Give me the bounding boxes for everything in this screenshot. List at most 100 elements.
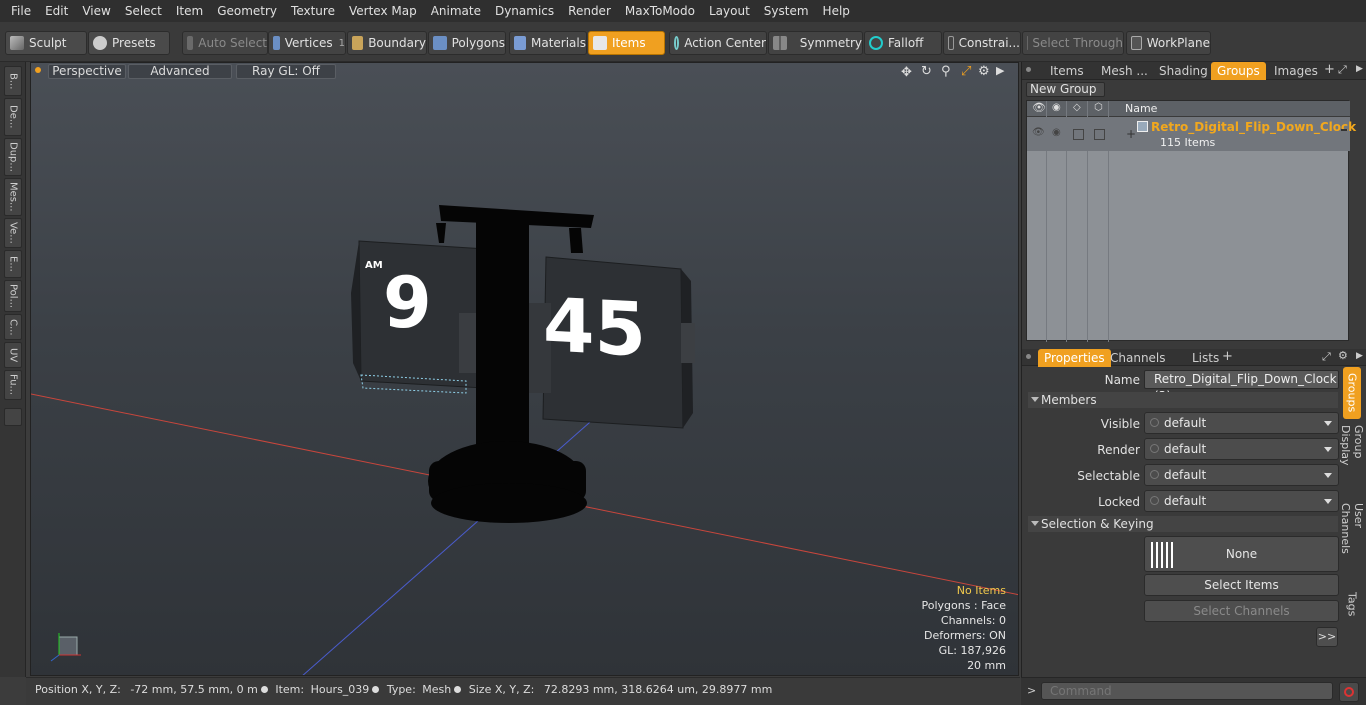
expand-plus-icon[interactable]: +: [1126, 127, 1136, 141]
viewport-stats: No Items Polygons : Face Channels: 0 Def…: [921, 583, 1006, 673]
vtab-user-channels[interactable]: User Channels: [1339, 503, 1365, 581]
item-label: Item:: [275, 683, 305, 696]
polygons-button[interactable]: Polygons: [428, 31, 506, 55]
vtab-group-display[interactable]: Group Display: [1339, 425, 1365, 497]
sculpt-button[interactable]: Sculpt: [5, 31, 87, 55]
menu-render[interactable]: Render: [561, 0, 618, 22]
select-items-button[interactable]: Select Items: [1144, 574, 1339, 596]
maximize-icon[interactable]: ⤢: [1338, 63, 1347, 77]
tab-properties[interactable]: Properties: [1038, 349, 1111, 367]
vtab-tags[interactable]: Tags: [1343, 587, 1361, 621]
workplane-label: WorkPlane: [1146, 36, 1210, 50]
grid-scale-text: 20 mm: [967, 659, 1006, 672]
panel-arrow-icon[interactable]: ▶: [1356, 351, 1363, 361]
left-tab-curve[interactable]: C...: [4, 314, 22, 340]
members-section[interactable]: Members: [1028, 392, 1338, 408]
group-name-field[interactable]: Retro_Digital_Flip_Down_Clock (3): [1144, 370, 1339, 403]
render-dropdown[interactable]: default: [1144, 438, 1339, 460]
render-value: default: [1164, 442, 1207, 456]
tab-mesh[interactable]: Mesh ...: [1095, 62, 1154, 80]
name-column-header: Name: [1125, 102, 1158, 115]
group-row[interactable]: 👁 ◉ + Retro_Digital_Flip_Down_Clock 115 …: [1027, 117, 1356, 151]
tab-shading[interactable]: Shading: [1153, 62, 1214, 80]
record-button[interactable]: [1339, 682, 1359, 702]
group-name: Retro_Digital_Flip_Down_Clock: [1151, 120, 1357, 134]
selectable-dropdown[interactable]: default: [1144, 464, 1339, 486]
maximize-icon[interactable]: ⤢: [1322, 350, 1331, 364]
action-center-button[interactable]: Action Center: [669, 31, 767, 55]
materials-button[interactable]: Materials: [509, 31, 587, 55]
items-button[interactable]: Items: [588, 31, 665, 55]
auto-select-button[interactable]: Auto Select: [182, 31, 268, 55]
selection-keying-section[interactable]: Selection & Keying: [1028, 516, 1338, 532]
vertices-icon: [273, 36, 280, 50]
selectable-label: Selectable: [1077, 469, 1140, 483]
left-tab-edge[interactable]: E...: [4, 250, 22, 278]
select-channels-button[interactable]: Select Channels: [1144, 600, 1339, 622]
left-tab-mesh[interactable]: Mes...: [4, 178, 22, 216]
workplane-button[interactable]: WorkPlane: [1126, 31, 1211, 55]
vtab-groups[interactable]: Groups: [1343, 367, 1361, 419]
command-input[interactable]: [1041, 682, 1333, 700]
menu-animate[interactable]: Animate: [424, 0, 488, 22]
polygons-icon: [433, 36, 447, 50]
none-label: None: [1225, 547, 1258, 561]
menu-system[interactable]: System: [757, 0, 816, 22]
menu-edit[interactable]: Edit: [38, 0, 75, 22]
tab-items[interactable]: Items: [1044, 62, 1090, 80]
menu-layout[interactable]: Layout: [702, 0, 757, 22]
boundary-button[interactable]: Boundary: [347, 31, 427, 55]
constraints-label: Constrai...: [958, 36, 1020, 50]
materials-icon: [514, 36, 526, 50]
menu-view[interactable]: View: [75, 0, 117, 22]
more-button[interactable]: >>: [1316, 627, 1338, 647]
menu-help[interactable]: Help: [816, 0, 857, 22]
locked-label: Locked: [1098, 495, 1140, 509]
left-tab-duplicate[interactable]: Dup...: [4, 138, 22, 176]
viewport-scene: [31, 205, 1018, 675]
left-tab-extra[interactable]: [4, 408, 22, 426]
menu-file[interactable]: File: [4, 0, 38, 22]
menu-item[interactable]: Item: [169, 0, 210, 22]
menu-select[interactable]: Select: [118, 0, 169, 22]
constraints-button[interactable]: Constrai...: [943, 31, 1021, 55]
row-lock-checkbox[interactable]: [1094, 129, 1105, 140]
left-tab-uv[interactable]: UV: [4, 342, 22, 368]
row-select-checkbox[interactable]: [1073, 129, 1084, 140]
gear-icon[interactable]: ⚙: [1338, 349, 1348, 362]
left-tab-vertex[interactable]: Ve...: [4, 218, 22, 248]
tab-lists[interactable]: Lists: [1186, 349, 1225, 367]
add-tab-icon[interactable]: +: [1222, 349, 1233, 364]
left-tab-deform[interactable]: De...: [4, 98, 22, 136]
menu-vertex-map[interactable]: Vertex Map: [342, 0, 424, 22]
menu-texture[interactable]: Texture: [284, 0, 342, 22]
new-group-button[interactable]: New Group: [1026, 82, 1105, 97]
visible-dropdown[interactable]: default: [1144, 412, 1339, 434]
axis-gizmo: [50, 633, 81, 662]
clock-hour: 9: [383, 262, 432, 344]
vtab-tags-label: Tags: [1345, 591, 1359, 617]
add-tab-icon[interactable]: +: [1324, 62, 1335, 77]
tab-images[interactable]: Images: [1268, 62, 1324, 80]
presets-button[interactable]: Presets: [88, 31, 170, 55]
panel-arrow-icon[interactable]: ▶: [1356, 64, 1363, 74]
menu-dynamics[interactable]: Dynamics: [488, 0, 561, 22]
menu-geometry[interactable]: Geometry: [210, 0, 284, 22]
position-value: -72 mm, 57.5 mm, 0 m: [130, 683, 258, 696]
menu-maxtomodo[interactable]: MaxToModo: [618, 0, 702, 22]
symmetry-button[interactable]: Symmetry: [768, 31, 863, 55]
falloff-button[interactable]: Falloff: [864, 31, 942, 55]
select-through-button[interactable]: Select Through: [1022, 31, 1124, 55]
3d-viewport[interactable]: Perspective Advanced Ray GL: Off ✥ ↻ ⚲ ⤢…: [30, 62, 1019, 676]
locked-dropdown[interactable]: default: [1144, 490, 1339, 512]
row-eye-icon[interactable]: 👁: [1032, 127, 1045, 138]
none-button[interactable]: None: [1144, 536, 1339, 572]
vertices-button[interactable]: Vertices 1: [268, 31, 346, 55]
tab-groups[interactable]: Groups: [1211, 62, 1266, 80]
row-render-icon[interactable]: ◉: [1052, 127, 1061, 138]
tab-channels[interactable]: Channels: [1104, 349, 1172, 367]
left-tab-polygon[interactable]: Pol...: [4, 280, 22, 312]
left-tab-basic[interactable]: B...: [4, 66, 22, 96]
panel-dot-icon: [1026, 67, 1031, 72]
left-tab-fusion[interactable]: Fu...: [4, 370, 22, 400]
